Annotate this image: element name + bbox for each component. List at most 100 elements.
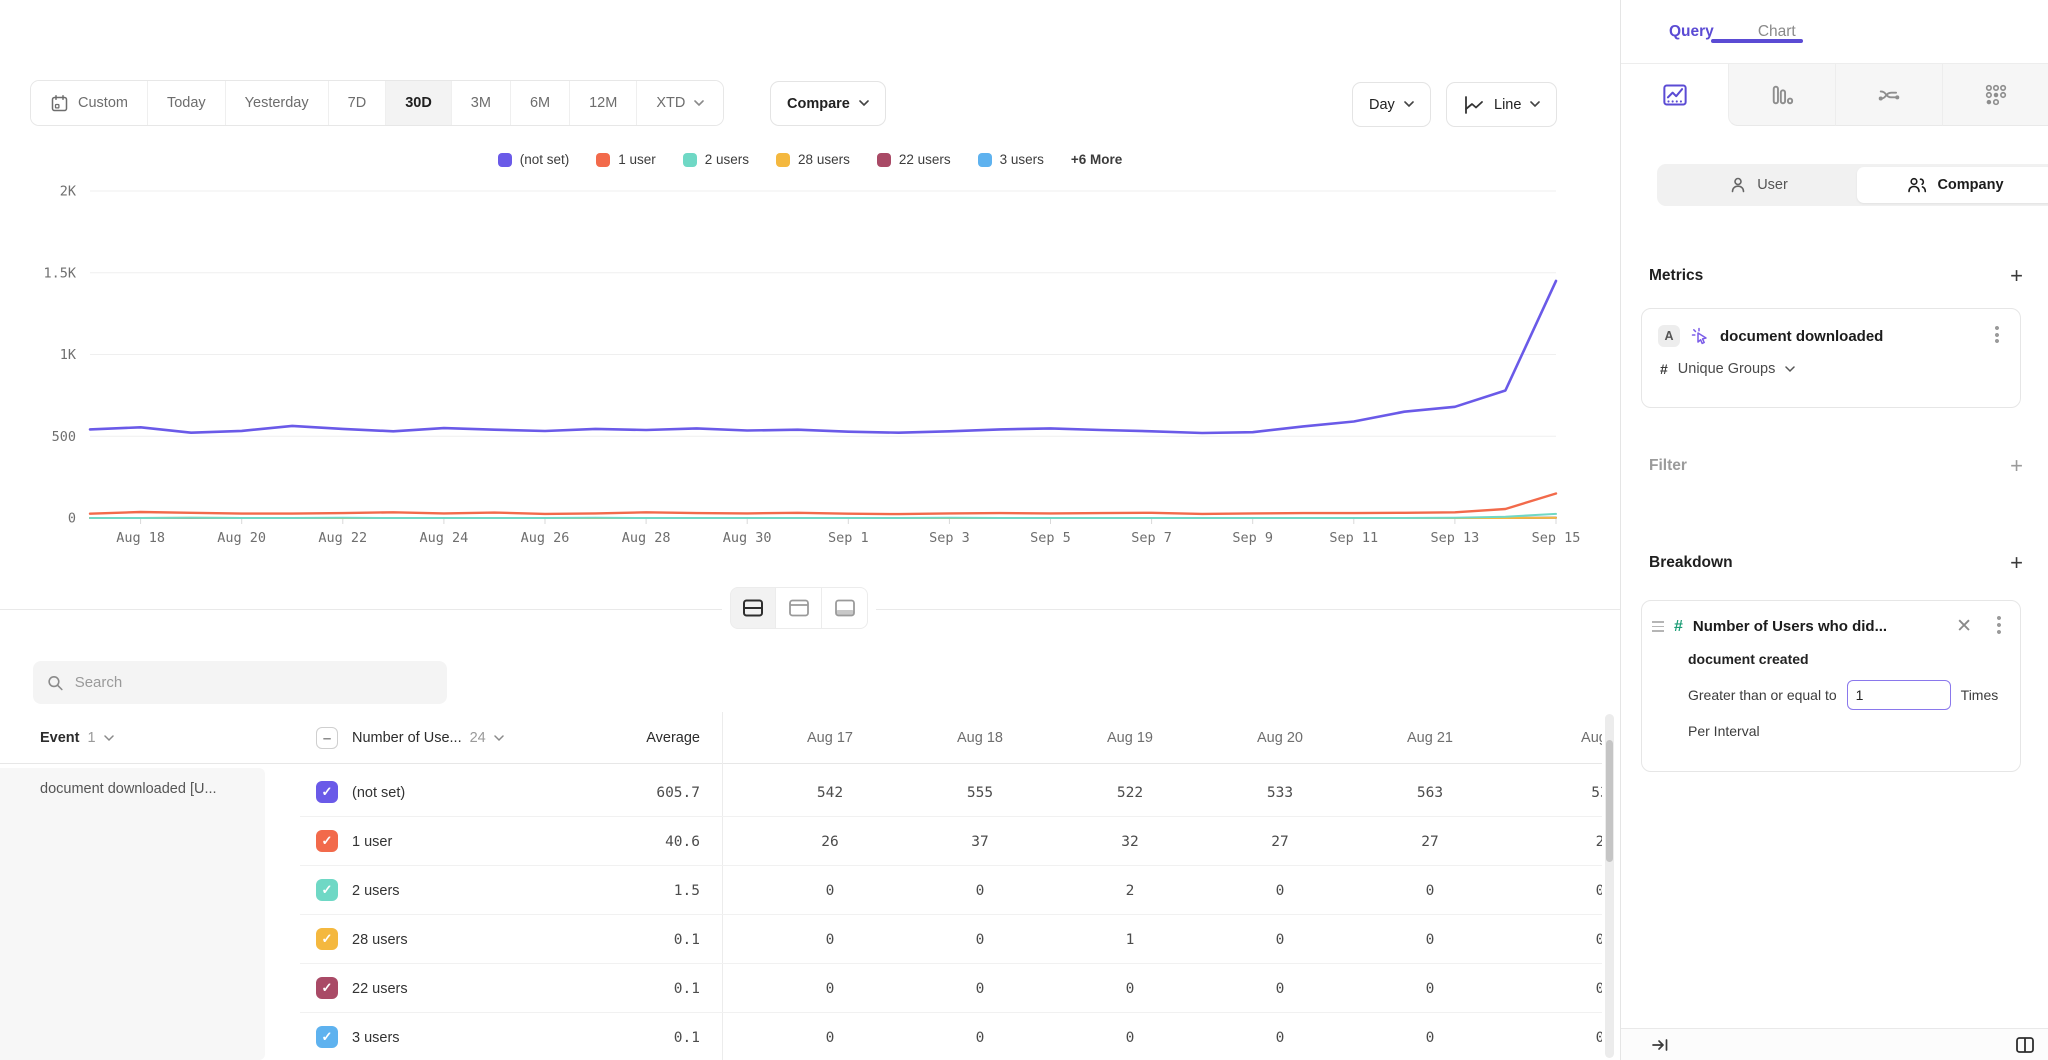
remove-breakdown-icon[interactable]: ✕ [1956,615,1972,638]
dot-grid-mode-icon [1983,83,2009,107]
average-value: 0.1 [530,1013,700,1060]
chevron-down-icon [694,100,704,107]
range-30d-button[interactable]: 30D [385,81,451,125]
data-cell: 0 [1205,866,1355,915]
tab-chart[interactable]: Chart [1758,23,1796,41]
series-name: 2 users [352,866,400,915]
data-cell: 27 [1355,817,1505,866]
svg-text:Sep 13: Sep 13 [1431,530,1480,546]
svg-text:Aug 26: Aug 26 [521,530,570,546]
scope-user-label: User [1757,177,1788,193]
data-cell: 0 [1355,964,1505,1013]
series-checkbox[interactable]: ✓ [316,830,338,852]
svg-text:1K: 1K [60,347,77,363]
series-checkbox[interactable]: ✓ [316,1026,338,1048]
data-cell: 0 [1525,866,1602,915]
search-input[interactable] [75,674,433,691]
svg-text:500: 500 [52,429,76,445]
series-name: 3 users [352,1013,400,1060]
range-today-button[interactable]: Today [147,81,225,125]
table-rows: ✓(not set)605.754255552253356353✓1 user4… [0,768,1602,1060]
chevron-down-icon [1530,101,1540,108]
metric-card[interactable]: A document downloaded ••• # Unique Group… [1641,308,2021,408]
collapse-panel-icon[interactable] [1651,1036,1670,1054]
group-header-label: Number of Use... [352,730,462,746]
interval-dropdown[interactable]: Day [1352,82,1431,127]
svg-text:Sep 7: Sep 7 [1131,530,1172,546]
data-cell: 0 [1525,915,1602,964]
range-custom-button[interactable]: Custom [31,81,147,125]
table-scrollbar-thumb[interactable] [1606,740,1613,862]
split-view-button[interactable] [730,587,776,629]
data-cell: 0 [1355,1013,1505,1060]
line-chart: 05001K1.5K2KAug 18Aug 20Aug 22Aug 24Aug … [0,140,1620,570]
series-checkbox[interactable]: ✓ [316,977,338,999]
add-breakdown-button[interactable]: + [2010,552,2023,574]
drag-handle-icon[interactable] [1652,621,1664,632]
data-cell: 0 [905,1013,1055,1060]
layout-view-toggle [722,587,876,629]
range-7d-button[interactable]: 7D [328,81,386,125]
table-search [33,661,447,704]
breakdown-kebab-menu[interactable]: ••• [1992,616,2006,636]
times-value-input[interactable] [1847,680,1951,710]
range-xtd-button[interactable]: XTD [636,81,723,125]
table-row: ✓22 users0.1000000 [300,964,1602,1013]
average-value: 40.6 [530,817,700,866]
metric-kebab-menu[interactable]: ••• [1990,326,2004,346]
add-metric-button[interactable]: + [2010,265,2023,287]
data-cell: 0 [1055,1013,1205,1060]
series-checkbox[interactable]: ✓ [316,781,338,803]
date-column-header[interactable]: Aug 19 [1055,712,1205,764]
table-row: ✓1 user40.626373227272 [300,817,1602,866]
flow-mode-icon [1876,83,1902,107]
chart-type-dropdown[interactable]: Line [1446,82,1557,127]
flow-chart-mode[interactable] [1835,64,1942,126]
range-yesterday-button[interactable]: Yesterday [225,81,328,125]
measure-label: Unique Groups [1678,361,1776,377]
segmentation-chart-mode[interactable] [1621,64,1728,126]
table-only-view-button[interactable] [822,587,868,629]
date-column-header[interactable]: Aug 18 [905,712,1055,764]
select-all-checkbox[interactable]: – [316,727,338,749]
average-column-header[interactable]: Average [530,712,700,764]
scope-user-button[interactable]: User [1660,167,1857,203]
series-checkbox[interactable]: ✓ [316,879,338,901]
split-view-icon [742,599,764,617]
retention-grid-mode[interactable] [1942,64,2048,126]
interval-label: Day [1369,97,1395,113]
condition-label: Greater than or equal to [1688,687,1837,703]
data-cell: 0 [755,964,905,1013]
data-cell: 0 [1205,964,1355,1013]
date-column-header[interactable]: Aug 20 [1205,712,1355,764]
bar-chart-mode[interactable] [1728,64,1835,126]
bottom-panel-icon [834,599,856,617]
filter-section-header: Filter + [1621,452,2048,480]
breakdown-card[interactable]: # Number of Users who did... ✕ ••• docum… [1641,600,2021,772]
svg-text:2K: 2K [60,184,77,200]
svg-text:Aug 28: Aug 28 [622,530,671,546]
chart-only-view-button[interactable] [776,587,822,629]
range-3m-button[interactable]: 3M [451,81,510,125]
data-cell: 0 [1355,915,1505,964]
tab-query-label: Query [1669,23,1714,40]
event-column-header[interactable]: Event 1 [40,712,114,764]
date-column-header[interactable]: Aug 21 [1355,712,1505,764]
tab-query[interactable]: Query [1669,23,1714,41]
series-checkbox[interactable]: ✓ [316,928,338,950]
compare-button[interactable]: Compare [770,81,886,126]
data-cell: 1 [1055,915,1205,964]
add-filter-button[interactable]: + [2010,455,2023,477]
split-panel-icon[interactable] [2015,1036,2035,1054]
data-cell: 26 [755,817,905,866]
date-column-header[interactable]: Aug 17 [755,712,905,764]
breakdown-number-icon: # [1674,618,1683,636]
date-column-header[interactable]: Aug 2 [1525,712,1602,764]
group-column-header: – Number of Use... 24 [316,712,504,764]
scope-company-button[interactable]: Company [1857,167,2048,203]
measure-selector[interactable]: # Unique Groups [1658,361,2004,377]
table-row: ✓28 users0.1001000 [300,915,1602,964]
range-12m-button[interactable]: 12M [569,81,636,125]
data-cell: 32 [1055,817,1205,866]
range-6m-button[interactable]: 6M [510,81,569,125]
